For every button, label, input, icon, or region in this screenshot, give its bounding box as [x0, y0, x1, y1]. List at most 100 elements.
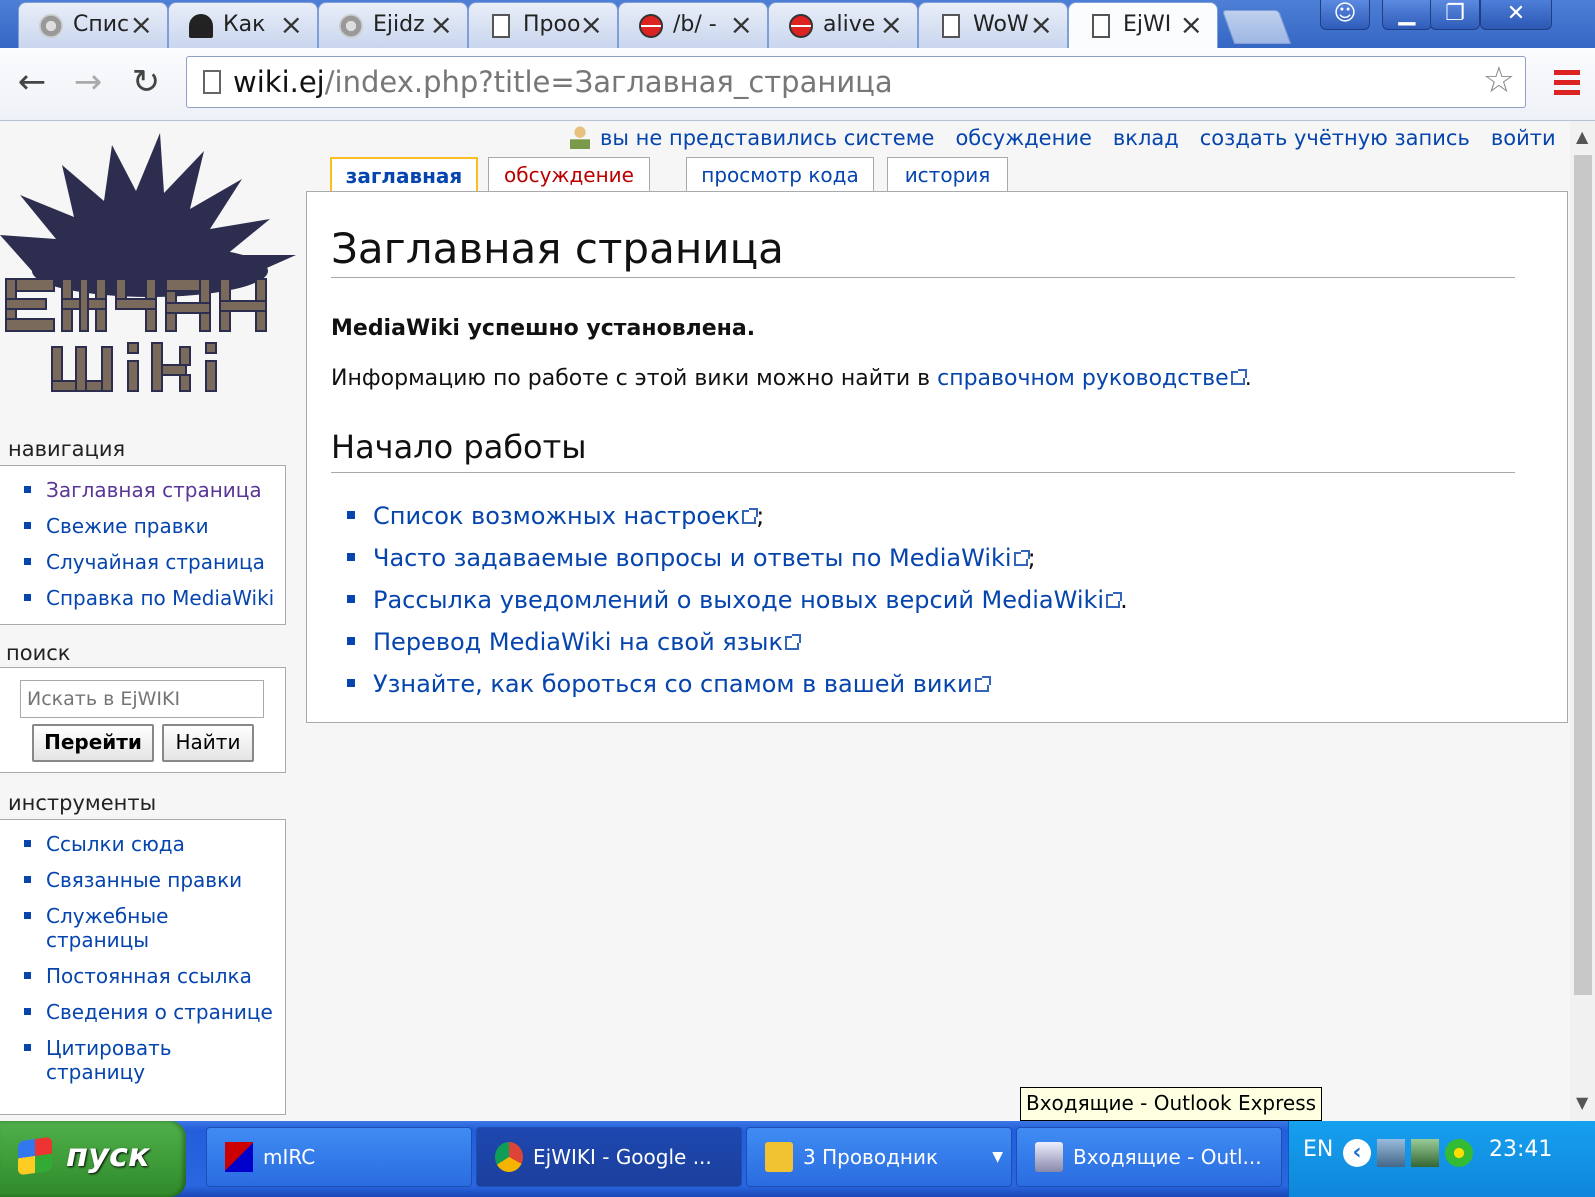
scrollbar-thumb[interactable]	[1574, 155, 1592, 995]
language-indicator[interactable]: EN	[1303, 1137, 1333, 1162]
external-link-icon	[784, 634, 801, 650]
tab-discussion[interactable]: обсуждение	[488, 157, 650, 193]
browser-tab[interactable]: Как ×	[168, 2, 318, 48]
sidebar-item-special-pages: Служебные страницы	[24, 904, 285, 952]
browser-tab[interactable]: Ejidz ×	[318, 2, 468, 48]
new-tab-button[interactable]	[1221, 10, 1292, 44]
browser-toolbar: ← → ↻ wiki.ej/index.php?title=Заглавная_…	[0, 48, 1595, 121]
red-circle-icon	[639, 14, 663, 38]
taskbar-item-outlook[interactable]: Входящие - Outl...	[1016, 1127, 1282, 1187]
wiki-logo[interactable]	[0, 121, 300, 421]
mailing-list-link[interactable]: Рассылка уведомлений о выходе новых верс…	[373, 586, 1123, 614]
start-button[interactable]: пуск	[0, 1121, 186, 1197]
personal-tools: вы не представились системе обсуждение вкл…	[570, 125, 1570, 150]
browser-tab-strip: Спис × Как × Ejidz × Проо × /b/ - × alive × Wo…	[0, 0, 1595, 48]
user-icon	[570, 125, 590, 149]
close-tab-icon[interactable]: ×	[1030, 8, 1053, 42]
navigation-portlet: Заглавная страница Свежие правки Случайн…	[0, 465, 286, 625]
profile-icon[interactable]: ☺	[1320, 0, 1370, 30]
chevron-down-icon: ▼	[992, 1149, 1003, 1165]
external-link-icon	[974, 676, 991, 692]
scroll-down-icon[interactable]: ▼	[1576, 1093, 1588, 1112]
mirc-icon	[225, 1142, 253, 1172]
taskbar: пуск mIRC EjWIKI - Google ... 3 Проводни…	[0, 1121, 1595, 1197]
tab-history[interactable]: история	[887, 157, 1008, 193]
close-window-button[interactable]: ✕	[1480, 0, 1552, 30]
info-paragraph: Информацию по работе с этой вики можно н…	[331, 366, 1252, 391]
scroll-up-icon[interactable]: ▲	[1576, 127, 1588, 146]
address-bar[interactable]: wiki.ej/index.php?title=Заглавная_страни…	[186, 56, 1526, 108]
network-icon[interactable]	[1377, 1139, 1405, 1167]
browser-tab-active[interactable]: EjWI ×	[1068, 2, 1218, 48]
close-tab-icon[interactable]: ×	[730, 8, 753, 42]
windows-flag-icon	[18, 1136, 52, 1176]
minimize-button[interactable]: ▁	[1382, 0, 1432, 30]
url-text: wiki.ej/index.php?title=Заглавная_страни…	[233, 65, 893, 99]
user-guide-link[interactable]: справочном руководстве	[937, 366, 1247, 391]
user-talk-link[interactable]: обсуждение	[955, 126, 1091, 150]
vertical-scrollbar[interactable]: ▲ ▼	[1570, 121, 1595, 1121]
sidebar-item-help: Справка по MediaWiki	[24, 586, 285, 610]
bookmark-star-icon[interactable]: ☆	[1483, 60, 1515, 101]
taskbar-item-explorer[interactable]: 3 Проводник ▼	[746, 1127, 1012, 1187]
contributions-link[interactable]: вклад	[1113, 126, 1179, 150]
page-icon	[1092, 14, 1110, 38]
reload-button[interactable]: ↻	[126, 62, 166, 102]
create-account-link[interactable]: создать учётную запись	[1200, 126, 1470, 150]
taskbar-tooltip: Входящие - Outlook Express	[1020, 1087, 1323, 1121]
close-tab-icon[interactable]: ×	[880, 8, 903, 42]
taskbar-item-chrome[interactable]: EjWIKI - Google ...	[476, 1127, 742, 1187]
page-icon	[203, 70, 221, 94]
config-settings-link[interactable]: Список возможных настроек	[373, 502, 759, 530]
tab-main-page[interactable]: заглавная	[330, 157, 478, 195]
icq-flower-icon[interactable]	[1445, 1139, 1473, 1167]
localisation-link[interactable]: Перевод MediaWiki на свой язык	[373, 628, 801, 656]
monitor-icon[interactable]	[1411, 1139, 1439, 1167]
folder-icon	[765, 1142, 793, 1172]
login-link[interactable]: войти	[1491, 126, 1556, 150]
faq-link[interactable]: Часто задаваемые вопросы и ответы по Med…	[373, 544, 1030, 572]
browser-tab[interactable]: WoW ×	[918, 2, 1068, 48]
sidebar-item-related-changes: Связанные правки	[24, 868, 285, 892]
external-link-icon	[1230, 369, 1247, 385]
combat-spam-link[interactable]: Узнайте, как бороться со спамом в вашей …	[373, 670, 991, 698]
tab-view-source[interactable]: просмотр кода	[686, 157, 874, 193]
search-heading: поиск	[6, 641, 71, 665]
sidebar-item-cite-page: Цитировать страницу	[24, 1036, 285, 1084]
browser-tab[interactable]: /b/ - ×	[618, 2, 768, 48]
search-button[interactable]: Найти	[162, 724, 254, 762]
main-content: Заглавная страница MediaWiki успешно уст…	[306, 191, 1568, 723]
list-item: Часто задаваемые вопросы и ответы по Med…	[347, 544, 1128, 572]
taskbar-item-mirc[interactable]: mIRC	[206, 1127, 472, 1187]
sidebar-item-main-page: Заглавная страница	[24, 478, 285, 502]
close-tab-icon[interactable]: ×	[1180, 8, 1203, 42]
browser-tab[interactable]: alive ×	[768, 2, 918, 48]
installed-message: MediaWiki успешно установлена.	[331, 316, 756, 341]
browser-tab[interactable]: Спис ×	[18, 2, 168, 48]
tools-heading: инструменты	[8, 791, 157, 815]
page-icon	[492, 14, 510, 38]
outlook-icon	[1035, 1142, 1063, 1172]
sidebar-item-random-page: Случайная страница	[24, 550, 285, 574]
sidebar-item-recent-changes: Свежие правки	[24, 514, 285, 538]
chevron-left-icon[interactable]: ‹	[1343, 1139, 1371, 1167]
gear-icon	[339, 14, 363, 38]
close-tab-icon[interactable]: ×	[430, 8, 453, 42]
go-button[interactable]: Перейти	[32, 724, 154, 762]
close-tab-icon[interactable]: ×	[130, 8, 153, 42]
not-logged-in-link[interactable]: вы не представились системе	[600, 126, 934, 150]
external-link-icon	[1013, 550, 1030, 566]
list-item: Рассылка уведомлений о выходе новых верс…	[347, 586, 1128, 614]
back-button[interactable]: ←	[12, 62, 52, 102]
getting-started-heading: Начало работы	[331, 428, 1515, 473]
search-input[interactable]	[20, 680, 264, 718]
sidebar-item-permanent-link: Постоянная ссылка	[24, 964, 285, 988]
browser-tab[interactable]: Проо ×	[468, 2, 618, 48]
maximize-button[interactable]: ❐	[1430, 0, 1480, 30]
close-tab-icon[interactable]: ×	[280, 8, 303, 42]
page-icon	[942, 14, 960, 38]
forward-button[interactable]: →	[68, 62, 108, 102]
gear-icon	[39, 14, 63, 38]
close-tab-icon[interactable]: ×	[580, 8, 603, 42]
menu-icon[interactable]	[1554, 70, 1580, 100]
